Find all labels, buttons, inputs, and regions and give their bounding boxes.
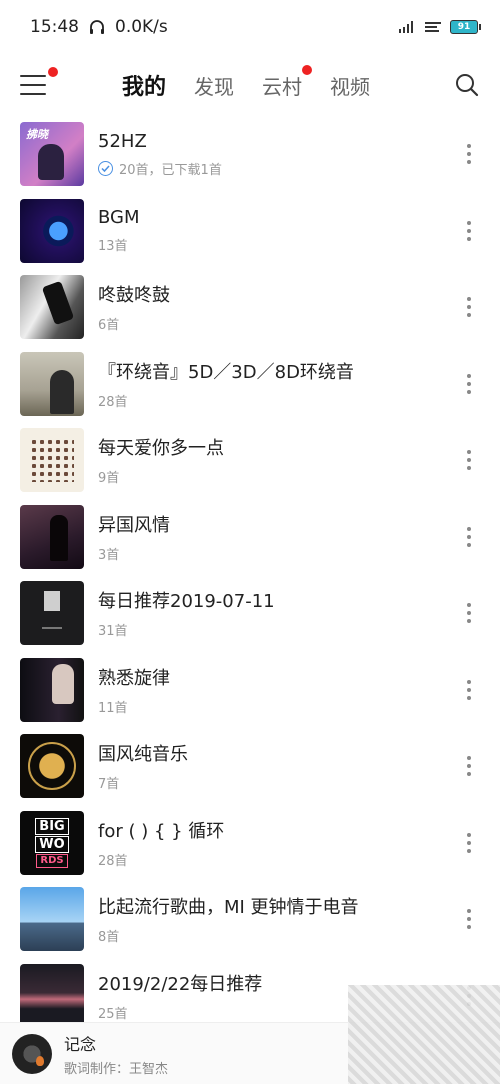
battery-level: 91 — [457, 22, 471, 32]
tab-bar: 我的 发现 云村 视频 — [122, 65, 370, 101]
status-time: 15:48 — [30, 17, 79, 37]
playlist-item[interactable]: 每天爱你多一点 9首 — [0, 422, 500, 499]
downloaded-check-icon — [98, 160, 113, 176]
playlist-title: 每天爱你多一点 — [98, 438, 224, 460]
pixelated-overlay — [348, 985, 500, 1084]
playlist-cover — [20, 657, 84, 722]
now-playing-cover[interactable] — [12, 1033, 52, 1074]
more-options-button[interactable] — [454, 823, 484, 863]
playlist-cover — [20, 198, 84, 263]
playlist-title: 每日推荐2019-07-11 — [98, 591, 275, 613]
playlist-title: 国风纯音乐 — [98, 744, 188, 766]
playlist-count: 31首 — [98, 624, 128, 640]
playlist-item[interactable]: 异国风情 3首 — [0, 499, 500, 576]
playlist-count: 13首 — [98, 239, 128, 255]
playlist-item[interactable]: 拂晓 52HZ 20首，已下载1首 — [0, 116, 500, 193]
more-options-button[interactable] — [454, 440, 484, 480]
mini-player[interactable]: 记念 歌词制作：王智杰 — [0, 985, 500, 1084]
playlist-cover — [20, 275, 84, 340]
notification-list-icon — [425, 22, 441, 32]
playlist-title: 熟悉旋律 — [98, 667, 170, 689]
tab-video[interactable]: 视频 — [330, 71, 370, 100]
playlist-cover — [20, 887, 84, 952]
tab-mine[interactable]: 我的 — [122, 69, 166, 101]
playlist-cover — [20, 734, 84, 799]
playlist-title: for ( ) { } 循环 — [98, 820, 225, 842]
net-speed: 0.0K/s — [115, 17, 168, 37]
playlist-count: 8首 — [98, 930, 120, 946]
playlist-count: 20首，已下载1首 — [119, 162, 222, 178]
playlist-count: 9首 — [98, 471, 120, 487]
more-options-button[interactable] — [454, 134, 484, 174]
playlist-count: 7首 — [98, 777, 120, 793]
playlist-item[interactable]: 熟悉旋律 11首 — [0, 652, 500, 729]
more-options-button[interactable] — [454, 746, 484, 786]
more-options-button[interactable] — [454, 211, 484, 251]
playlist-item[interactable]: BGM 13首 — [0, 193, 500, 270]
more-options-button[interactable] — [454, 517, 484, 557]
playlist-item[interactable]: 每日推荐2019-07-11 31首 — [0, 575, 500, 652]
playlist-item[interactable]: 国风纯音乐 7首 — [0, 728, 500, 805]
playlist-item[interactable]: 比起流行歌曲，MI 更钟情于电音 8首 — [0, 881, 500, 958]
headphones-icon — [90, 20, 104, 34]
playlist-title: 52HZ — [98, 130, 147, 152]
menu-badge-dot — [48, 67, 58, 77]
playlist-item[interactable]: BIG WO RDS for ( ) { } 循环 28首 — [0, 805, 500, 882]
playlist-title: BGM — [98, 207, 140, 229]
now-playing-lyric: 歌词制作：王智杰 — [64, 1061, 169, 1077]
playlist-count: 6首 — [98, 318, 120, 334]
playlist-list: 拂晓 52HZ 20首，已下载1首 BGM 13首 咚鼓咚鼓 6首 『环绕音』5… — [0, 116, 500, 1034]
playlist-cover: BIG WO RDS — [20, 810, 84, 875]
playlist-count: 11首 — [98, 700, 128, 716]
tab-village[interactable]: 云村 — [262, 65, 313, 100]
signal-icon — [399, 21, 413, 33]
top-nav: 我的 发现 云村 视频 — [0, 54, 500, 116]
playlist-count: 28首 — [98, 394, 128, 410]
battery-icon: 91 — [450, 20, 481, 34]
menu-button[interactable] — [20, 67, 58, 95]
playlist-cover: 拂晓 — [20, 122, 84, 187]
playlist-item[interactable]: 咚鼓咚鼓 6首 — [0, 269, 500, 346]
status-bar: 15:48 0.0K/s 91 — [0, 0, 500, 54]
village-badge-dot — [302, 65, 313, 75]
more-options-button[interactable] — [454, 287, 484, 327]
tab-discover[interactable]: 发现 — [194, 71, 234, 100]
playlist-cover — [20, 581, 84, 646]
playlist-cover — [20, 428, 84, 493]
playlist-cover — [20, 351, 84, 416]
playlist-count: 25首 — [98, 1006, 128, 1022]
playlist-count: 28首 — [98, 853, 128, 869]
playlist-title: 咚鼓咚鼓 — [98, 285, 170, 307]
playlist-count: 3首 — [98, 547, 120, 563]
playlist-title: 『环绕音』5D／3D／8D环绕音 — [98, 361, 354, 383]
now-playing-title: 记念 — [64, 1034, 97, 1054]
playlist-cover — [20, 504, 84, 569]
more-options-button[interactable] — [454, 899, 484, 939]
more-options-button[interactable] — [454, 670, 484, 710]
playlist-cover — [20, 963, 84, 1028]
playlist-item[interactable]: 『环绕音』5D／3D／8D环绕音 28首 — [0, 346, 500, 423]
search-icon[interactable] — [454, 72, 480, 98]
more-options-button[interactable] — [454, 593, 484, 633]
more-options-button[interactable] — [454, 364, 484, 404]
playlist-title: 异国风情 — [98, 514, 170, 536]
playlist-title: 比起流行歌曲，MI 更钟情于电音 — [98, 897, 359, 919]
